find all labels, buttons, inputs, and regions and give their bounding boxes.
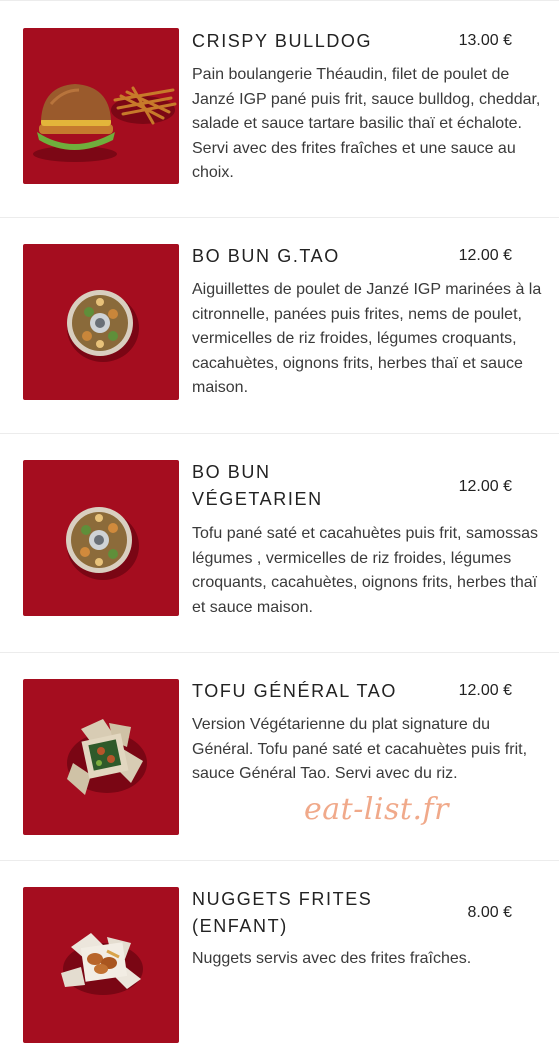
item-price: 12.00 € — [458, 478, 512, 495]
burger-fries-image — [23, 28, 179, 184]
item-description: Tofu pané saté et cacahuètes puis frit, … — [192, 525, 538, 616]
bowl-image — [23, 460, 179, 616]
item-name: CRISPY BULLDOG — [192, 31, 373, 51]
bowl-image — [23, 244, 179, 400]
item-description: Pain boulangerie Théaudin, filet de poul… — [192, 66, 541, 181]
menu-item-bo-bun-gtao[interactable]: BO BUN G.TAO 12.00 € Aiguillettes de pou… — [0, 217, 559, 433]
takeout-box-image — [23, 679, 179, 835]
item-name: TOFU GÉNÉRAL TAO — [192, 681, 397, 701]
bo-bun-vegetarien-photo — [23, 460, 179, 616]
crispy-bulldog-photo — [23, 28, 179, 184]
item-name: BO BUN G.TAO — [192, 246, 340, 266]
item-description: Version Végétarienne du plat signature d… — [192, 716, 528, 782]
item-price: 12.00 € — [458, 682, 512, 699]
menu-list: CRISPY BULLDOG 13.00 € Pain boulangerie … — [0, 0, 559, 1057]
item-name: BO BUN VÉGETARIEN — [192, 462, 323, 509]
bo-bun-gtao-photo — [23, 244, 179, 400]
item-description: Aiguillettes de poulet de Janzé IGP mari… — [192, 281, 542, 396]
item-price: 12.00 € — [458, 247, 512, 264]
menu-item-nuggets-frites[interactable]: NUGGETS FRITES (ENFANT) 8.00 € Nuggets s… — [0, 860, 559, 1057]
item-price: 8.00 € — [467, 904, 512, 921]
item-description: Nuggets servis avec des frites fraîches. — [192, 950, 472, 967]
tofu-general-tao-photo — [23, 679, 179, 835]
nuggets-frites-photo — [23, 887, 179, 1043]
item-price: 13.00 € — [458, 32, 512, 49]
watermark: eat-list.fr — [304, 792, 449, 827]
menu-item-tofu-general-tao[interactable]: TOFU GÉNÉRAL TAO 12.00 € Version Végétar… — [0, 652, 559, 860]
takeout-box-image — [23, 887, 179, 1043]
item-name: NUGGETS FRITES (ENFANT) — [192, 889, 373, 936]
menu-item-crispy-bulldog[interactable]: CRISPY BULLDOG 13.00 € Pain boulangerie … — [0, 0, 559, 217]
menu-item-bo-bun-vegetarien[interactable]: BO BUN VÉGETARIEN 12.00 € Tofu pané saté… — [0, 433, 559, 652]
